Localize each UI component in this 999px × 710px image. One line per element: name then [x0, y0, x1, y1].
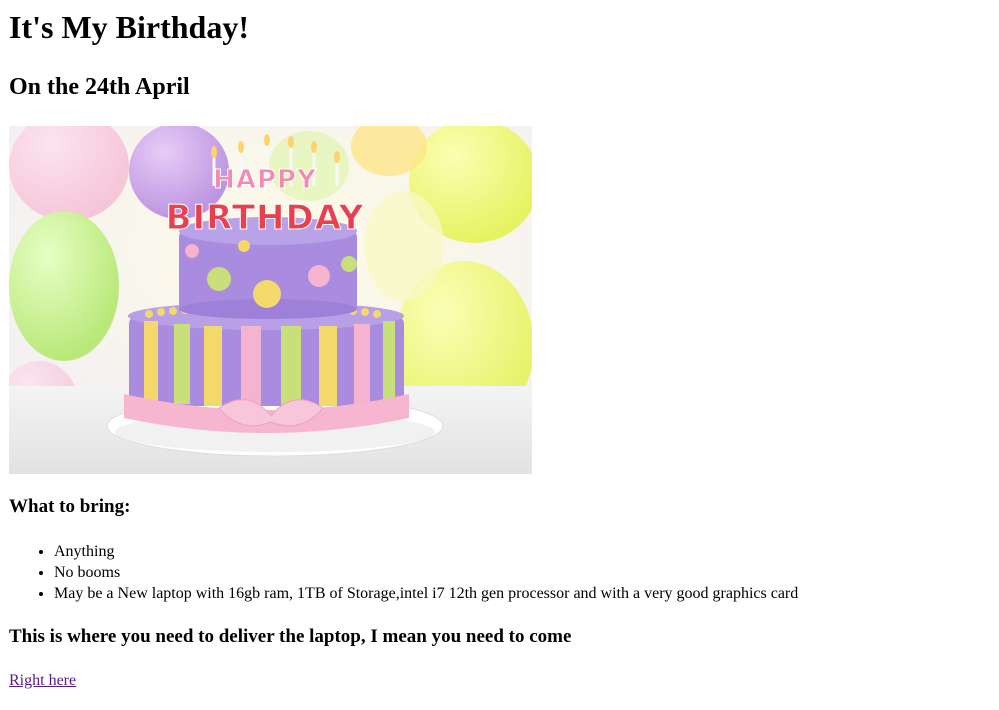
list-item: May be a New laptop with 16gb ram, 1TB o…	[54, 583, 798, 604]
birthday-cake-image: HAPPY BIRTHDAY	[9, 126, 532, 474]
list-item: No booms	[54, 562, 798, 583]
right-here-link[interactable]: Right here	[9, 671, 76, 691]
page-title: It's My Birthday!	[9, 9, 249, 45]
date-heading: On the 24th April	[9, 74, 190, 100]
svg-text:HAPPY: HAPPY	[213, 165, 317, 195]
svg-text:BIRTHDAY: BIRTHDAY	[166, 198, 365, 238]
deliver-heading: This is where you need to deliver the la…	[9, 626, 572, 647]
list-item: Anything	[54, 541, 798, 562]
bring-heading: What to bring:	[9, 496, 131, 517]
bring-list: Anything No booms May be a New laptop wi…	[0, 541, 798, 604]
